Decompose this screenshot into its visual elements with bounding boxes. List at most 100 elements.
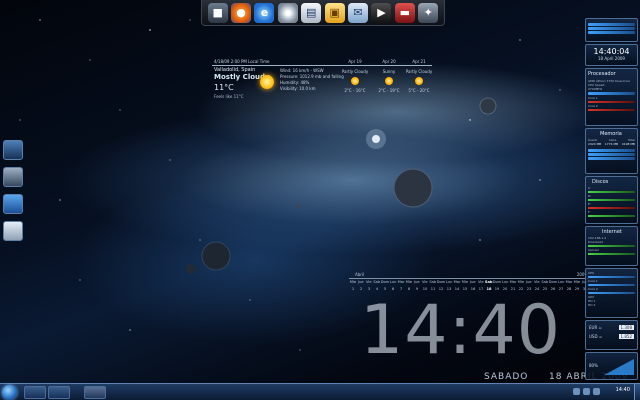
calendar-day-name: Vie — [366, 280, 372, 284]
app-icon[interactable]: ■ — [207, 2, 228, 23]
calendar-day-name: Dom — [380, 280, 390, 284]
calendar-day-number[interactable]: 1 — [349, 287, 357, 291]
taskbar: 14:40 — [0, 383, 640, 400]
internet-explorer-icon[interactable]: e — [254, 2, 275, 23]
forecast-condition: Sunny — [382, 69, 396, 74]
calendar-day-name: Lun — [445, 280, 453, 284]
forecast-date: Apr 21 — [412, 59, 426, 64]
forecast-temps: 2°C - 16°C — [344, 88, 366, 93]
calendar-day-name: Lun — [501, 280, 509, 284]
calendar-day-names: Mie Jue Vie Sab Dom Lun Mar Mie Jue Vie Sab Dom Lun M… — [349, 280, 589, 284]
calendar-day-name: Jue — [414, 280, 420, 284]
internet-download-label: Download — [588, 240, 603, 244]
sidebar-gadgets: 14:40:04 18 April 2009 Procesador AMD At… — [585, 16, 638, 383]
weather-details: Wind: 16 km/h - WSW Pressure: 1012.9 mb … — [280, 68, 344, 92]
calendar-day-name: Mie — [461, 280, 469, 284]
eur-value: 1.308 — [618, 325, 634, 330]
car-game-icon[interactable]: ▬ — [394, 2, 415, 23]
media-disc-icon[interactable] — [277, 2, 298, 23]
forecast-date: Apr 20 — [382, 59, 396, 64]
tray-network-icon[interactable] — [573, 388, 580, 395]
usd-value: 1.852 — [618, 334, 634, 339]
top-dock: ■ ● e ▤ ▣ ✉ ▶ ▬ ✦ — [201, 0, 445, 26]
battery-gadget: 80% — [585, 352, 638, 380]
tools-icon[interactable]: ✦ — [418, 2, 439, 23]
clock-weekday: SABADO — [484, 372, 529, 382]
show-desktop-button[interactable] — [634, 384, 640, 400]
core-2-label: Core 2 — [588, 104, 598, 108]
memory-free-value: 1774 MB — [604, 142, 619, 146]
calendar-day-name: Sab — [484, 280, 493, 284]
calendar-day-name: Dom — [436, 280, 446, 284]
tray-volume-icon[interactable] — [583, 388, 590, 395]
calendar-day-name: Sab — [541, 280, 549, 284]
recycle-bin-icon[interactable] — [3, 221, 23, 241]
sun-icon — [260, 75, 274, 89]
messenger-gadget[interactable] — [585, 18, 638, 42]
forecast-condition: Partly Cloudy — [341, 69, 369, 74]
disks-gadget: Discos C: D: E: F: — [585, 176, 638, 224]
calendar-day-name: Vie — [478, 280, 484, 284]
usd-row: USD = 1.852 — [586, 331, 637, 342]
partly-cloudy-icon — [415, 77, 423, 85]
memory-gadget: Memoria Usado Libre Total 2424 MB 1774 M… — [585, 128, 638, 174]
taskbar-explorer-button[interactable] — [24, 386, 46, 399]
calendar-day-name: Mar — [453, 280, 461, 284]
processor-speed: 2700MHz — [588, 87, 603, 91]
calendar-day-name: Mie — [405, 280, 413, 284]
calendar-day-number[interactable]: 29 — [573, 287, 581, 291]
calendar-rule — [349, 278, 589, 279]
temperatures-gadget: CPU Core 1 Core 2 GPU HD 1 HD 2 — [585, 268, 638, 318]
memory-title: Memoria — [600, 131, 622, 137]
usd-label: USD = — [589, 334, 603, 339]
taskbar-media-button[interactable] — [48, 386, 70, 399]
calendar-day-name: Mar — [565, 280, 573, 284]
computer-icon[interactable] — [3, 140, 23, 160]
disk-e-label: E: — [588, 202, 591, 206]
weather-widget: 4/18/09 2:00 PM Local Time Valladolid, S… — [208, 58, 436, 104]
start-button[interactable] — [2, 385, 17, 400]
calendar-day-name: Mie — [349, 280, 357, 284]
desktop-icon-column — [3, 140, 25, 248]
tray-app-icon[interactable] — [593, 388, 600, 395]
photo-icon[interactable]: ▣ — [324, 2, 345, 23]
taskbar-firefox-button[interactable] — [84, 386, 106, 399]
weather-feels-like: Feels like 11°C — [214, 94, 244, 99]
sidebar-clock-date: 18 April 2009 — [598, 56, 625, 61]
calendar-day-name: Jue — [470, 280, 476, 284]
big-clock: 14:40 — [360, 291, 561, 370]
processor-title: Procesador — [588, 71, 616, 77]
calendar-day-name: Mar — [509, 280, 517, 284]
calendar-day-number[interactable]: 28 — [565, 287, 573, 291]
memory-total-value: 4198 MB — [621, 142, 635, 146]
movie-clapper-icon[interactable]: ▶ — [371, 2, 392, 23]
currency-gadget: EUR = 1.308 USD = 1.852 — [585, 320, 638, 350]
calendar-day-name: Dom — [492, 280, 502, 284]
calendar-day-name: Mie — [573, 280, 581, 284]
forecast-day: Apr 20 Sunny 2°C - 19°C — [374, 59, 404, 93]
forecast-day: Apr 21 Partly Cloudy 5°C - 20°C — [404, 59, 434, 93]
calendar-day-name: Lun — [557, 280, 565, 284]
tray-clock[interactable]: 14:40 — [616, 387, 630, 393]
battery-percent: 80% — [589, 363, 598, 368]
firefox-icon[interactable]: ● — [231, 2, 252, 23]
internet-gadget: Internet 192.168.1.2 Download Upload — [585, 226, 638, 266]
forecast-day: Apr 19 Partly Cloudy 2°C - 16°C — [340, 59, 370, 93]
calendar-day-name: Mie — [517, 280, 525, 284]
weather-visibility: Visibility: 10.0 km — [280, 86, 316, 91]
weather-timestamp: 4/18/09 2:00 PM Local Time — [214, 59, 270, 64]
calendar-day-name: Vie — [422, 280, 428, 284]
network-icon[interactable] — [3, 167, 23, 187]
folder-icon[interactable]: ▤ — [301, 2, 322, 23]
processor-gadget: Procesador AMD Athlon 7750 Dual-Core CPU… — [585, 68, 638, 126]
sidebar-clock-time: 14:40:04 — [593, 47, 630, 56]
calendar-day-name: Jue — [358, 280, 364, 284]
control-panel-icon[interactable] — [3, 194, 23, 214]
temp-row: HD 2 — [588, 303, 596, 307]
calendar-month: Abril — [355, 272, 365, 277]
forecast-temps: 2°C - 19°C — [378, 88, 400, 93]
mail-icon[interactable]: ✉ — [348, 2, 369, 23]
eur-label: EUR = — [589, 325, 602, 330]
calendar-day-name: Lun — [389, 280, 397, 284]
calendar-day-name: Vie — [534, 280, 540, 284]
